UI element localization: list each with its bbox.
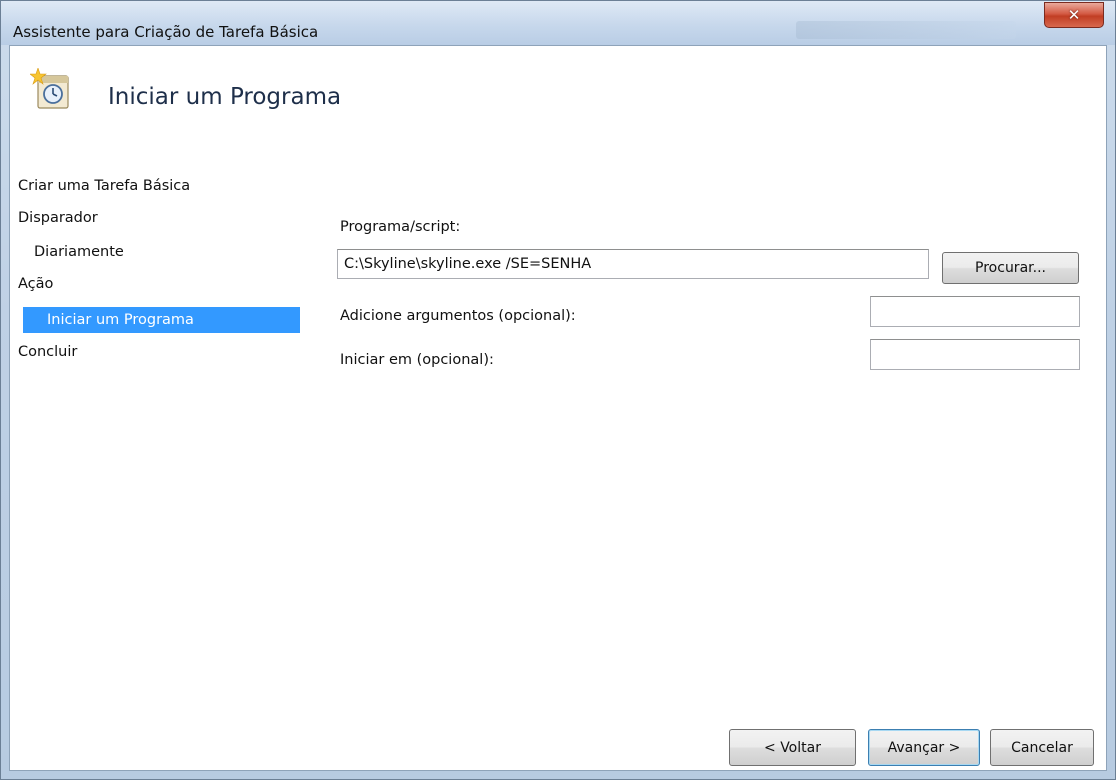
program-script-value: C:\Skyline\skyline.exe /SE=SENHA: [344, 256, 592, 272]
start-in-label: Iniciar em (opcional):: [340, 352, 494, 368]
window-title: Assistente para Criação de Tarefa Básica: [13, 23, 319, 41]
browse-button-label: Procurar...: [975, 260, 1046, 276]
nav-step-concluir: Concluir: [18, 344, 78, 360]
cancel-button[interactable]: Cancelar: [990, 729, 1094, 766]
wizard-header: Iniciar um Programa: [10, 46, 1106, 160]
arguments-input[interactable]: [870, 296, 1080, 327]
program-script-label: Programa/script:: [340, 219, 461, 235]
start-in-input[interactable]: [870, 339, 1080, 370]
nav-step-iniciar-programa: Iniciar um Programa: [23, 307, 300, 333]
next-button[interactable]: Avançar >: [868, 729, 980, 766]
scheduled-task-icon: [29, 67, 74, 112]
program-script-input[interactable]: C:\Skyline\skyline.exe /SE=SENHA: [337, 249, 929, 279]
wizard-window: Assistente para Criação de Tarefa Básica…: [0, 0, 1116, 780]
back-button-label: < Voltar: [764, 739, 821, 756]
next-button-label: Avançar >: [887, 739, 961, 756]
close-button[interactable]: ✕: [1044, 2, 1104, 28]
cancel-button-label: Cancelar: [1011, 739, 1073, 756]
wizard-client-area: Iniciar um Programa Criar uma Tarefa Bás…: [9, 45, 1107, 771]
title-bar[interactable]: Assistente para Criação de Tarefa Básica…: [1, 1, 1115, 45]
nav-step-diariamente: Diariamente: [34, 244, 124, 260]
nav-step-criar-tarefa: Criar uma Tarefa Básica: [18, 178, 191, 194]
background-window-ghost: [796, 21, 1016, 39]
nav-step-acao: Ação: [18, 276, 54, 292]
back-button[interactable]: < Voltar: [729, 729, 856, 766]
page-title: Iniciar um Programa: [108, 84, 342, 110]
nav-step-disparador: Disparador: [18, 210, 98, 226]
close-icon: ✕: [1067, 6, 1081, 24]
arguments-label: Adicione argumentos (opcional):: [340, 308, 576, 324]
browse-button[interactable]: Procurar...: [942, 252, 1079, 284]
